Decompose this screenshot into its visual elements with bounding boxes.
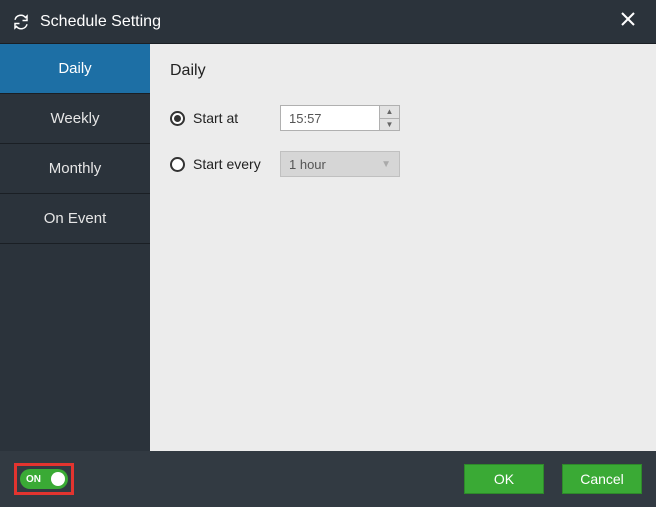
dialog-body: Daily Weekly Monthly On Event Daily Star… — [0, 44, 656, 451]
start-every-label: Start every — [193, 156, 261, 172]
start-at-label: Start at — [193, 110, 238, 126]
schedule-toggle[interactable]: ON — [20, 469, 68, 489]
footer: ON OK Cancel — [0, 451, 656, 507]
toggle-highlight: ON — [14, 463, 74, 495]
cancel-button[interactable]: Cancel — [562, 464, 642, 494]
spinner-down[interactable]: ▼ — [380, 119, 399, 131]
schedule-setting-dialog: Schedule Setting Daily Weekly Monthly On… — [0, 0, 656, 507]
radio-icon — [170, 157, 185, 172]
close-button[interactable] — [612, 7, 644, 36]
radio-icon — [170, 111, 185, 126]
tab-label: Daily — [58, 60, 91, 77]
start-at-row: Start at 15:57 ▲ ▼ — [170, 104, 636, 132]
sidebar: Daily Weekly Monthly On Event — [0, 44, 150, 451]
select-value: 1 hour — [289, 157, 326, 172]
tab-on-event[interactable]: On Event — [0, 194, 150, 244]
toggle-knob — [51, 472, 65, 486]
close-icon — [620, 11, 636, 27]
start-at-radio[interactable]: Start at — [170, 110, 280, 126]
tab-daily[interactable]: Daily — [0, 44, 150, 94]
sync-icon — [12, 13, 30, 31]
start-every-row: Start every 1 hour ▼ — [170, 150, 636, 178]
button-label: Cancel — [580, 471, 624, 487]
time-spinner: ▲ ▼ — [379, 106, 399, 130]
button-label: OK — [494, 471, 514, 487]
toggle-label: ON — [26, 474, 41, 485]
titlebar: Schedule Setting — [0, 0, 656, 44]
tab-weekly[interactable]: Weekly — [0, 94, 150, 144]
spinner-up[interactable]: ▲ — [380, 106, 399, 119]
start-every-radio[interactable]: Start every — [170, 156, 280, 172]
window-title: Schedule Setting — [40, 13, 612, 31]
content-panel: Daily Start at 15:57 ▲ ▼ Start eve — [150, 44, 656, 451]
panel-heading: Daily — [170, 62, 636, 80]
tab-label: Monthly — [49, 160, 102, 177]
tab-label: Weekly — [51, 110, 100, 127]
tab-label: On Event — [44, 210, 107, 227]
chevron-down-icon: ▼ — [381, 159, 391, 170]
start-at-time-input[interactable]: 15:57 ▲ ▼ — [280, 105, 400, 131]
start-every-select[interactable]: 1 hour ▼ — [280, 151, 400, 177]
ok-button[interactable]: OK — [464, 464, 544, 494]
tab-monthly[interactable]: Monthly — [0, 144, 150, 194]
time-value: 15:57 — [281, 106, 379, 130]
